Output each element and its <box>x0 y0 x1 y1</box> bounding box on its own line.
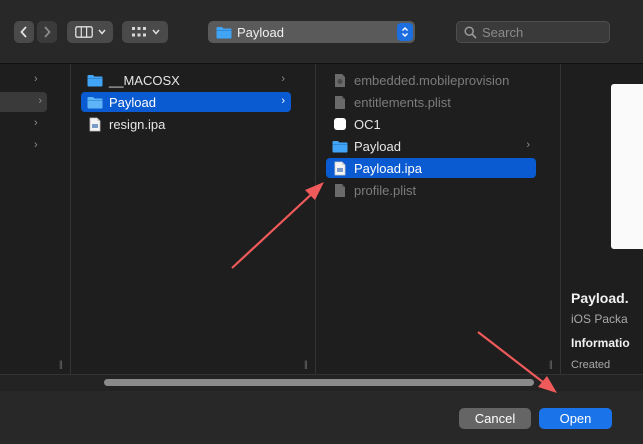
grid-icon <box>131 26 147 38</box>
list-item-label: Payload.ipa <box>354 160 422 176</box>
column-1-selected-row[interactable]: › <box>0 92 47 112</box>
list-item[interactable]: entitlements.plist <box>326 92 536 112</box>
preview-pane: Payload. iOS Packa Informatio Created <box>561 64 643 374</box>
folder-icon <box>87 94 103 110</box>
search-placeholder: Search <box>482 24 524 40</box>
list-item-label: resign.ipa <box>109 116 166 132</box>
document-icon <box>332 94 348 110</box>
folder-icon <box>332 138 348 154</box>
list-item[interactable]: profile.plist <box>326 180 536 200</box>
scrollbar-thumb[interactable] <box>104 379 534 386</box>
chevron-right-icon: › <box>281 95 285 107</box>
column-3: embedded.mobileprovision entitlements.pl… <box>316 64 560 374</box>
list-item-label: Payload <box>109 94 156 110</box>
preview-file-kind: iOS Packa <box>571 312 628 326</box>
column-2: __MACOSX › Payload › resign.ipa || <box>71 64 315 374</box>
list-item[interactable]: __MACOSX › <box>81 70 291 90</box>
list-item[interactable]: embedded.mobileprovision <box>326 70 536 90</box>
list-item[interactable]: OC1 <box>326 114 536 134</box>
open-button[interactable]: Open <box>539 408 612 429</box>
document-icon <box>332 160 348 176</box>
document-icon <box>87 116 103 132</box>
preview-info-heading: Informatio <box>571 336 630 350</box>
preview-thumbnail <box>611 84 643 249</box>
column-1: › › › › || <box>0 64 70 374</box>
chevron-right-icon: › <box>281 73 285 85</box>
search-field[interactable]: Search <box>456 21 610 43</box>
group-button[interactable] <box>122 21 168 43</box>
chevron-down-icon <box>97 29 106 35</box>
document-icon <box>332 182 348 198</box>
chevron-down-icon <box>151 29 160 35</box>
preview-file-name: Payload. <box>571 290 629 306</box>
search-icon <box>457 25 477 39</box>
location-label: Payload <box>237 24 284 40</box>
list-item-label: embedded.mobileprovision <box>354 72 510 88</box>
column-resize-handle[interactable]: || <box>549 359 553 369</box>
view-mode-button[interactable] <box>67 21 113 43</box>
dialog-footer: Cancel Open <box>0 391 643 444</box>
folder-icon <box>87 72 103 88</box>
list-item-label: __MACOSX <box>109 72 180 88</box>
chevron-right-icon <box>43 26 51 38</box>
chevron-right-icon: › <box>34 73 38 85</box>
list-item[interactable]: resign.ipa <box>81 114 291 134</box>
list-item-selected[interactable]: Payload › <box>81 92 291 112</box>
chevron-left-icon <box>20 26 28 38</box>
forward-button[interactable] <box>37 21 57 43</box>
toolbar: Payload Search <box>0 0 643 64</box>
chevron-right-icon: › <box>34 117 38 129</box>
chevron-right-icon: › <box>526 139 530 151</box>
preview-created-label: Created <box>571 359 611 371</box>
list-item[interactable]: Payload › <box>326 136 536 156</box>
chevron-right-icon: › <box>38 95 42 107</box>
back-button[interactable] <box>14 21 34 43</box>
white-square-icon <box>332 116 348 132</box>
horizontal-scrollbar[interactable] <box>0 374 643 391</box>
list-item-selected[interactable]: Payload.ipa <box>326 158 536 178</box>
list-item-label: profile.plist <box>354 182 417 198</box>
list-item-label: entitlements.plist <box>354 94 451 110</box>
cancel-button[interactable]: Cancel <box>459 408 531 429</box>
chevron-right-icon: › <box>34 139 38 151</box>
up-down-chevron-icon <box>397 23 413 41</box>
column-resize-handle[interactable]: || <box>304 359 308 369</box>
column-resize-handle[interactable]: || <box>59 359 63 369</box>
list-item-label: Payload <box>354 138 401 154</box>
list-item-label: OC1 <box>354 116 381 132</box>
folder-icon <box>216 26 232 39</box>
document-icon <box>332 72 348 88</box>
location-popup[interactable]: Payload <box>208 21 415 43</box>
columns-view-icon <box>74 26 93 38</box>
column-browser: › › › › || __MACOSX › Payload › resign.i… <box>0 64 643 374</box>
